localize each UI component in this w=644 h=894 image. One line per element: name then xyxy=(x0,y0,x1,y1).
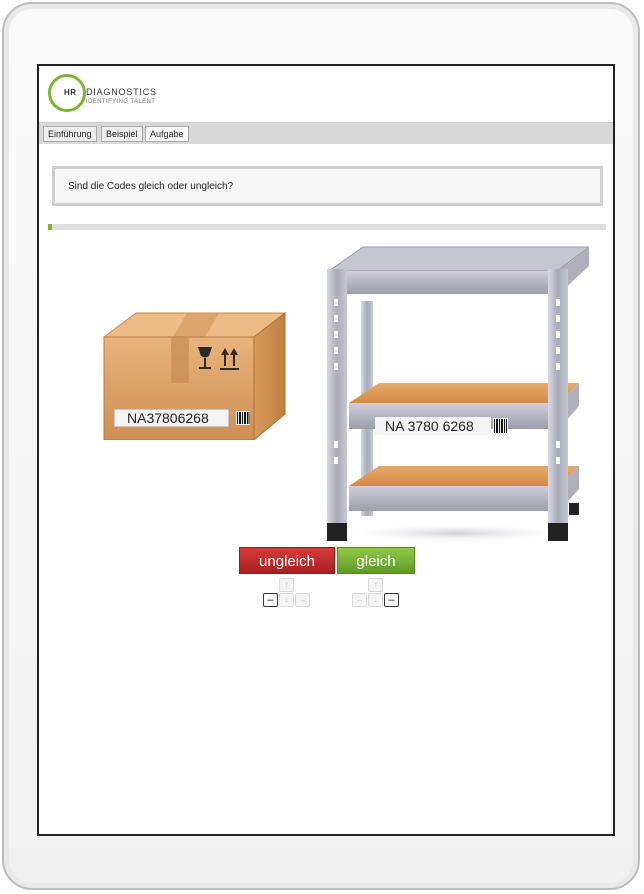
arrow-down-key-icon: ↓ xyxy=(368,593,383,607)
progress-fill xyxy=(48,224,53,230)
logo-name: DIAGNOSTICS xyxy=(86,87,157,97)
tab-beispiel[interactable]: Beispiel xyxy=(101,126,143,142)
arrow-left-key-icon: ← xyxy=(352,593,367,607)
tab-aufgabe[interactable]: Aufgabe xyxy=(145,126,189,142)
arrow-right-key-icon: → xyxy=(295,593,310,607)
logo-tagline: IDENTIFYING TALENT xyxy=(86,99,156,105)
barcode-icon xyxy=(493,418,508,434)
header: HR DIAGNOSTICS IDENTIFYING TALENT xyxy=(39,66,613,122)
box-code-label: NA37806268 xyxy=(114,409,229,427)
ungleich-button[interactable]: ungleich xyxy=(239,547,335,574)
question-text: Sind die Codes gleich oder ungleich? xyxy=(68,181,234,192)
metal-shelf-image xyxy=(327,246,589,543)
arrow-down-key-icon: ↓ xyxy=(279,593,294,607)
tab-einfuehrung[interactable]: Einführung xyxy=(43,126,97,142)
progress-bar xyxy=(48,224,606,230)
logo-mark: HR xyxy=(64,88,77,97)
barcode-icon xyxy=(236,411,250,425)
shelf-code-label: NA 3780 6268 xyxy=(375,417,491,435)
app-screen: HR DIAGNOSTICS IDENTIFYING TALENT Einfüh… xyxy=(37,64,615,836)
tablet-frame: HR DIAGNOSTICS IDENTIFYING TALENT Einfüh… xyxy=(2,2,640,890)
tab-bar: Einführung Beispiel Aufgabe xyxy=(39,122,613,144)
arrow-left-key-icon: – xyxy=(263,593,278,607)
gleich-button[interactable]: gleich xyxy=(337,547,415,574)
question-box: Sind die Codes gleich oder ungleich? xyxy=(52,166,603,206)
arrow-right-key-icon: – xyxy=(384,593,399,607)
arrow-up-key-icon: ↑ xyxy=(368,578,383,592)
arrow-up-key-icon: ↑ xyxy=(279,578,294,592)
